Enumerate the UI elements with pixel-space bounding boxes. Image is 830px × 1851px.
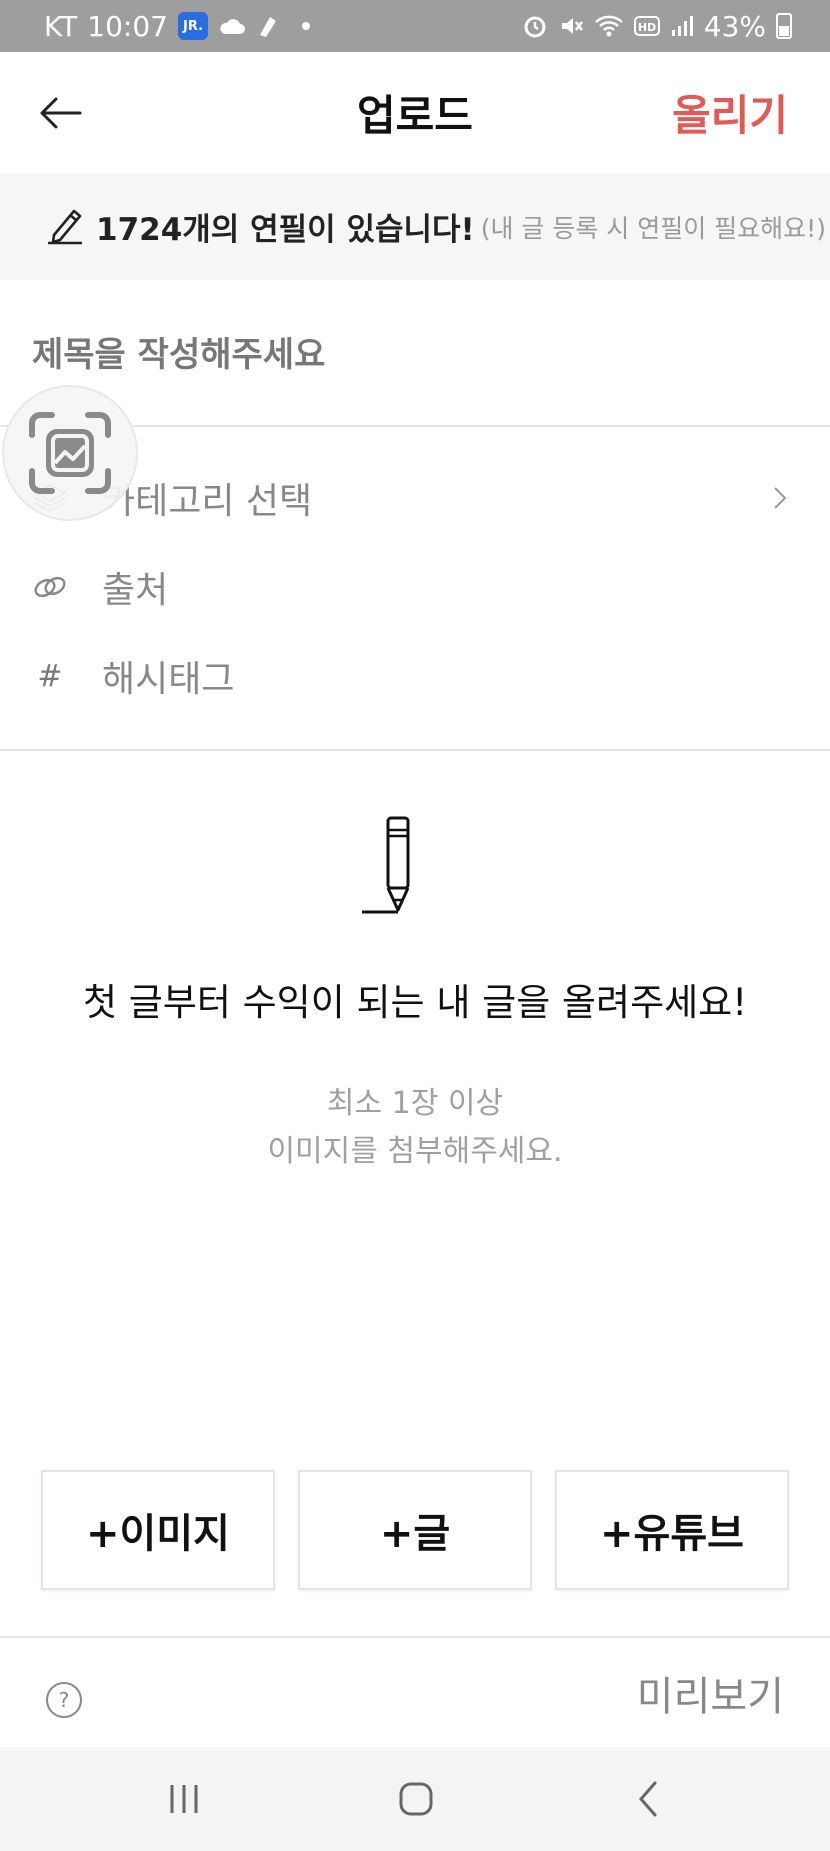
alarm-icon — [522, 13, 548, 39]
pencil-banner: 1724개의 연필이 있습니다! (내 글 등록 시 연필이 필요해요!) — [0, 173, 830, 280]
status-time: 10:07 — [87, 9, 168, 43]
divider — [0, 749, 830, 751]
pencil-count-text: 1724개의 연필이 있습니다! — [96, 212, 475, 248]
link-icon — [32, 569, 68, 605]
add-image-button[interactable]: +이미지 — [41, 1470, 275, 1590]
battery-icon — [776, 13, 792, 39]
hint-line-2: 이미지를 첨부해주세요. — [267, 1134, 563, 1169]
pencil-icon — [46, 205, 86, 249]
hd-icon: HD — [633, 15, 660, 37]
home-button[interactable] — [386, 1771, 446, 1827]
preview-button[interactable]: 미리보기 — [637, 1664, 784, 1722]
chevron-right-icon — [770, 483, 790, 513]
wifi-icon — [594, 14, 624, 38]
recent-apps-icon — [170, 1785, 198, 1813]
empty-state-hint: 최소 1장 이상 이미지를 첨부해주세요. — [0, 1080, 830, 1176]
scan-icon — [29, 412, 111, 494]
title-input[interactable] — [32, 320, 792, 390]
hash-icon: # — [37, 658, 63, 694]
header: 업로드 올리기 — [0, 52, 830, 172]
hint-line-1: 최소 1장 이상 — [326, 1086, 504, 1121]
signal-icon — [670, 14, 694, 38]
app-badge-icon: JR. — [178, 12, 208, 40]
add-text-button[interactable]: +글 — [298, 1470, 532, 1590]
add-youtube-button[interactable]: +유튜브 — [555, 1470, 789, 1590]
recent-apps-button[interactable] — [154, 1771, 214, 1827]
hashtag-label: 해시태그 — [102, 659, 235, 700]
svg-text:HD: HD — [638, 21, 656, 34]
category-label: 카테고리 선택 — [102, 481, 313, 522]
divider — [0, 1636, 830, 1638]
home-icon — [399, 1782, 433, 1816]
source-row[interactable]: 출처 — [0, 547, 830, 627]
pencil-hint-text: (내 글 등록 시 연필이 필요해요!) — [480, 213, 826, 243]
system-nav-bar — [0, 1747, 830, 1851]
empty-state-headline: 첫 글부터 수익이 되는 내 글을 올려주세요! — [82, 981, 748, 1024]
source-label: 출처 — [102, 570, 169, 611]
mute-icon — [558, 13, 584, 39]
cloud-icon — [218, 16, 246, 36]
status-carrier: KT — [44, 9, 78, 43]
status-bar: KT 10:07 JR. HD 43% — [0, 0, 830, 52]
battery-percent: 43% — [703, 9, 766, 43]
empty-state-pencil-icon — [358, 812, 428, 922]
scan-button[interactable] — [2, 385, 138, 521]
system-back-icon — [639, 1781, 657, 1817]
notification-icon — [256, 13, 280, 39]
hashtag-row[interactable]: # 해시태그 — [0, 636, 830, 716]
help-icon[interactable]: ? — [46, 1682, 82, 1718]
more-notifications-icon — [302, 22, 310, 30]
system-back-button[interactable] — [618, 1771, 678, 1827]
post-button[interactable]: 올리기 — [672, 82, 788, 143]
